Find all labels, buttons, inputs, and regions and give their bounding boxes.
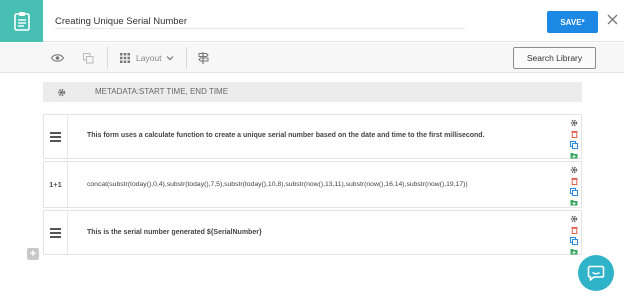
clipboard-icon xyxy=(13,12,30,31)
form-title: Creating Unique Serial Number xyxy=(55,16,188,27)
form-row-note[interactable]: This is the serial number generated ${Se… xyxy=(43,210,582,255)
close-icon[interactable] xyxy=(604,11,620,27)
toolbar-divider xyxy=(107,47,108,69)
chat-icon xyxy=(587,265,605,281)
search-library-button[interactable]: Search Library xyxy=(513,47,596,69)
toolbar: Layout Search Library xyxy=(0,43,624,73)
trash-icon[interactable] xyxy=(569,128,579,139)
row-handle[interactable] xyxy=(44,211,68,254)
gear-icon[interactable] xyxy=(569,164,579,175)
save-button[interactable]: SAVE* xyxy=(547,11,598,33)
form-title-field[interactable]: Creating Unique Serial Number xyxy=(55,11,465,29)
calculate-icon[interactable]: 1+1 xyxy=(44,162,68,207)
layout-dropdown[interactable]: Layout xyxy=(120,50,174,66)
form-builder-window: Creating Unique Serial Number SAVE* Layo… xyxy=(0,0,624,300)
signpost-icon[interactable] xyxy=(198,50,209,66)
gear-icon[interactable] xyxy=(569,117,579,128)
chevron-down-icon xyxy=(166,56,173,61)
grid-icon xyxy=(120,53,130,63)
row-actions xyxy=(568,117,580,161)
row-text: This is the serial number generated ${Se… xyxy=(87,229,262,236)
metadata-text: METADATA:START TIME, END TIME xyxy=(95,87,229,96)
header-bar: Creating Unique Serial Number SAVE* xyxy=(0,0,624,42)
calculate-label: 1+1 xyxy=(49,180,62,189)
layout-label: Layout xyxy=(136,53,162,63)
add-folder-icon[interactable] xyxy=(569,246,579,257)
add-block-button[interactable]: + xyxy=(27,248,39,260)
row-text: This form uses a calculate function to c… xyxy=(87,132,485,139)
duplicate-icon[interactable] xyxy=(569,139,579,150)
hamburger-icon xyxy=(50,227,61,238)
chat-button[interactable] xyxy=(578,255,614,291)
hamburger-icon xyxy=(50,131,61,142)
duplicate-icon[interactable] xyxy=(569,186,579,197)
duplicate-icon[interactable] xyxy=(569,235,579,246)
form-app-icon xyxy=(0,0,43,42)
metadata-bar[interactable]: METADATA:START TIME, END TIME xyxy=(43,82,582,102)
add-folder-icon[interactable] xyxy=(569,150,579,161)
row-actions xyxy=(568,164,580,208)
copy-icon[interactable] xyxy=(83,50,94,66)
row-handle[interactable] xyxy=(44,115,68,158)
add-folder-icon[interactable] xyxy=(569,197,579,208)
trash-icon[interactable] xyxy=(569,224,579,235)
gear-icon[interactable] xyxy=(43,82,79,102)
form-row-note[interactable]: This form uses a calculate function to c… xyxy=(43,114,582,159)
preview-eye-icon[interactable] xyxy=(51,50,64,66)
row-text: concat(substr(today(),0,4),substr(today(… xyxy=(87,181,468,188)
form-row-calculate[interactable]: 1+1 concat(substr(today(),0,4),substr(to… xyxy=(43,161,582,208)
row-actions xyxy=(568,213,580,257)
gear-icon[interactable] xyxy=(569,213,579,224)
trash-icon[interactable] xyxy=(569,175,579,186)
toolbar-divider xyxy=(186,47,187,69)
